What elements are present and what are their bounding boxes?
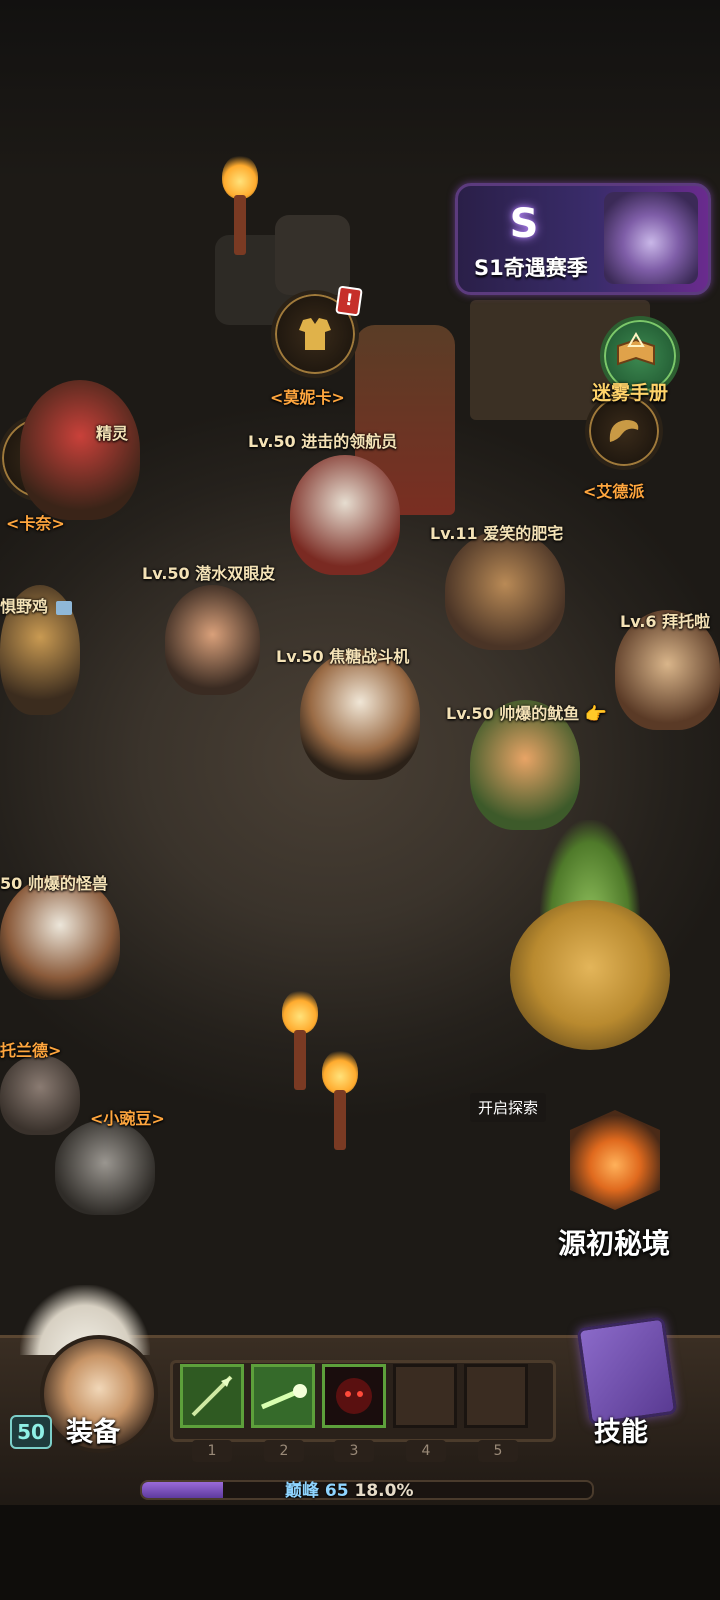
shirt-icon bbox=[299, 318, 331, 350]
player-name: Lv.11 爱笑的肥宅 bbox=[430, 524, 564, 543]
burst-arrow-skill-icon bbox=[254, 1367, 312, 1425]
skill-slot-4[interactable] bbox=[393, 1364, 457, 1428]
player-character[interactable] bbox=[165, 585, 260, 695]
npc-name-elder: <艾德派 bbox=[583, 482, 645, 501]
player-name-chicken: 惧野鸡 bbox=[0, 593, 72, 617]
xp-bar-fill bbox=[142, 1482, 223, 1498]
player-name: Lv.50 焦糖战斗机 bbox=[276, 647, 410, 666]
demon-skill-icon bbox=[325, 1367, 383, 1425]
alert-icon: ! bbox=[335, 285, 363, 317]
player-name-squid: Lv.50 帅爆的鱿鱼 👉 bbox=[446, 700, 607, 725]
torch-pole bbox=[334, 1090, 346, 1150]
game-scene[interactable]: ! <莫妮卡> ! <卡奈> <艾德派 S S1奇遇赛季 迷雾手册 bbox=[0, 0, 720, 1335]
explore-tooltip: 开启探索 bbox=[470, 1093, 547, 1122]
player-name: Lv.50 进击的领航员 bbox=[248, 432, 398, 451]
hud-footer bbox=[0, 1505, 720, 1600]
skill-slot-2[interactable] bbox=[251, 1364, 315, 1428]
misty-handbook-label: 迷雾手册 bbox=[592, 382, 669, 404]
secret-realm-icon[interactable] bbox=[570, 1110, 660, 1210]
scene-shadow bbox=[0, 0, 720, 180]
slot-number: 1 bbox=[192, 1440, 232, 1462]
slot-number: 2 bbox=[264, 1440, 304, 1462]
flag-icon bbox=[55, 600, 72, 615]
skills-button[interactable]: 技能 bbox=[594, 1410, 648, 1449]
npc-peas[interactable] bbox=[55, 1120, 155, 1215]
torch-pole bbox=[234, 195, 246, 255]
player-character-self[interactable] bbox=[300, 650, 420, 780]
arrow-skill-icon bbox=[183, 1367, 241, 1425]
slot-number: 4 bbox=[406, 1440, 446, 1462]
skill-slot-5[interactable] bbox=[464, 1364, 528, 1428]
pineapple-boss[interactable] bbox=[510, 900, 670, 1050]
player-name: Lv.6 拜托啦 bbox=[620, 612, 711, 631]
player-character[interactable] bbox=[290, 455, 400, 575]
level-badge: 50 bbox=[10, 1415, 52, 1449]
season-title: S1奇遇赛季 bbox=[474, 256, 588, 280]
equip-button[interactable]: 装备 bbox=[66, 1410, 120, 1449]
player-name: 精灵 bbox=[96, 424, 129, 443]
player-name-text: 惧野鸡 bbox=[0, 597, 49, 616]
player-name: 50 帅爆的怪兽 bbox=[0, 874, 108, 893]
npc-name-toland: 托兰德> bbox=[0, 1041, 62, 1060]
torch-flame-icon bbox=[282, 990, 318, 1034]
xp-peak-level: 巅峰 65 bbox=[285, 1481, 349, 1501]
skill-slot-1[interactable] bbox=[180, 1364, 244, 1428]
book-icon bbox=[617, 332, 655, 366]
player-name-text: Lv.50 帅爆的鱿鱼 bbox=[446, 704, 580, 723]
season-banner[interactable]: S S1奇遇赛季 bbox=[455, 183, 711, 295]
knight-helmet-icon bbox=[604, 192, 698, 284]
barrel-prop bbox=[275, 215, 350, 295]
npc-name-monica: <莫妮卡> bbox=[270, 388, 345, 407]
player-name: Lv.50 潜水双眼皮 bbox=[142, 564, 276, 583]
torch-flame-icon bbox=[222, 155, 258, 199]
season-logo-icon: S bbox=[509, 201, 539, 247]
skill-slot-3[interactable] bbox=[322, 1364, 386, 1428]
torch-flame-icon bbox=[322, 1050, 358, 1094]
slot-number: 3 bbox=[334, 1440, 374, 1462]
torch-pole bbox=[294, 1030, 306, 1090]
player-character[interactable] bbox=[445, 530, 565, 650]
xp-readout: 巅峰 65 18.0% bbox=[285, 1476, 413, 1501]
slot-number: 5 bbox=[478, 1440, 518, 1462]
horn-icon bbox=[609, 420, 639, 442]
secret-realm-label[interactable]: 源初秘境 bbox=[558, 1222, 670, 1262]
xp-percent: 18.0% bbox=[354, 1481, 414, 1501]
pointing-hand-icon: 👉 bbox=[584, 704, 608, 725]
npc-name-peas: <小豌豆> bbox=[90, 1109, 165, 1128]
player-character[interactable] bbox=[20, 380, 140, 520]
npc-pig[interactable] bbox=[0, 1055, 80, 1135]
